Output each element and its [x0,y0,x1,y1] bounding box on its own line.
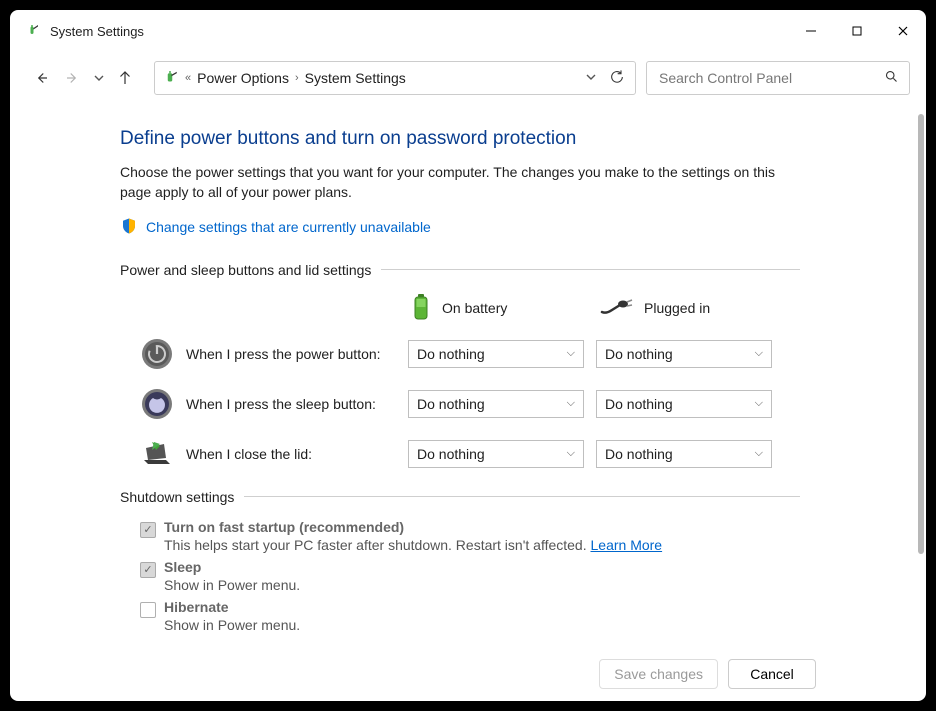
close-button[interactable] [880,10,926,52]
breadcrumb-sep-icon: « [185,72,191,84]
breadcrumb-parent-label: Power Options [197,70,289,86]
column-battery: On battery [410,292,586,325]
sleep-button-battery-select[interactable]: Do nothing ⌵ [408,390,584,418]
chevron-down-icon: ⌵ [567,397,575,410]
battery-icon [410,292,432,325]
forward-button[interactable] [58,63,88,93]
chevron-down-icon: ⌵ [755,347,763,360]
page-title: Define power buttons and turn on passwor… [120,128,800,150]
search-box[interactable] [646,61,910,95]
window-title: System Settings [50,24,144,39]
app-icon [22,21,42,41]
breadcrumb-current-label: System Settings [305,70,406,86]
power-button-label: When I press the power button: [186,346,396,362]
sleep-item: Sleep Show in Power menu. [120,559,800,593]
recent-locations-button[interactable] [90,63,108,93]
sleep-button-plugged-select[interactable]: Do nothing ⌵ [596,390,772,418]
hibernate-title: Hibernate [164,599,300,615]
close-lid-plugged-select[interactable]: Do nothing ⌵ [596,440,772,468]
minimize-button[interactable] [788,10,834,52]
column-battery-label: On battery [442,300,507,316]
sleep-button-label: When I press the sleep button: [186,396,396,412]
chevron-down-icon: ⌵ [567,347,575,360]
column-plugged: Plugged in [600,298,776,319]
plug-icon [600,298,634,319]
lid-icon [140,437,174,471]
refresh-button[interactable] [609,69,625,88]
power-button-icon [140,337,174,371]
section-power-heading: Power and sleep buttons and lid settings [120,262,381,278]
sleep-desc: Show in Power menu. [164,577,300,593]
search-icon[interactable] [884,69,899,87]
divider [381,269,800,270]
sleep-button-row: When I press the sleep button: Do nothin… [120,387,800,421]
change-settings-link-text[interactable]: Change settings that are currently unava… [146,219,431,235]
back-button[interactable] [26,63,56,93]
address-dropdown-icon[interactable] [585,70,597,86]
divider [244,496,800,497]
sleep-title: Sleep [164,559,300,575]
sleep-checkbox[interactable] [140,562,156,578]
power-button-row: When I press the power button: Do nothin… [120,337,800,371]
navigation-bar: « Power Options › System Settings [10,56,926,100]
section-shutdown-heading: Shutdown settings [120,489,244,505]
sleep-button-icon [140,387,174,421]
shield-icon [120,217,138,238]
cancel-button[interactable]: Cancel [728,659,816,689]
footer: Save changes Cancel [10,647,926,701]
fast-startup-checkbox[interactable] [140,522,156,538]
close-lid-battery-select[interactable]: Do nothing ⌵ [408,440,584,468]
fast-startup-title: Turn on fast startup (recommended) [164,519,662,535]
learn-more-link[interactable]: Learn More [591,537,663,553]
up-button[interactable] [110,63,140,93]
page-description: Choose the power settings that you want … [120,162,780,203]
chevron-right-icon: › [295,72,299,84]
scrollbar[interactable] [918,114,924,554]
address-bar[interactable]: « Power Options › System Settings [154,61,636,95]
search-input[interactable] [657,69,884,87]
chevron-down-icon: ⌵ [567,447,575,460]
hibernate-item: Hibernate Show in Power menu. [120,599,800,633]
hibernate-checkbox[interactable] [140,602,156,618]
maximize-button[interactable] [834,10,880,52]
change-settings-link[interactable]: Change settings that are currently unava… [120,217,800,238]
title-bar: System Settings [10,10,926,52]
fast-startup-desc: This helps start your PC faster after sh… [164,537,662,553]
save-button[interactable]: Save changes [599,659,718,689]
power-button-plugged-select[interactable]: Do nothing ⌵ [596,340,772,368]
close-lid-label: When I close the lid: [186,446,396,462]
chevron-down-icon: ⌵ [755,397,763,410]
address-icon [161,68,179,89]
column-plugged-label: Plugged in [644,300,710,316]
fast-startup-item: Turn on fast startup (recommended) This … [120,519,800,553]
chevron-down-icon: ⌵ [755,447,763,460]
hibernate-desc: Show in Power menu. [164,617,300,633]
power-button-battery-select[interactable]: Do nothing ⌵ [408,340,584,368]
breadcrumb-current[interactable]: System Settings [305,70,406,86]
close-lid-row: When I close the lid: Do nothing ⌵ Do no… [120,437,800,471]
breadcrumb-parent[interactable]: Power Options [197,70,289,86]
